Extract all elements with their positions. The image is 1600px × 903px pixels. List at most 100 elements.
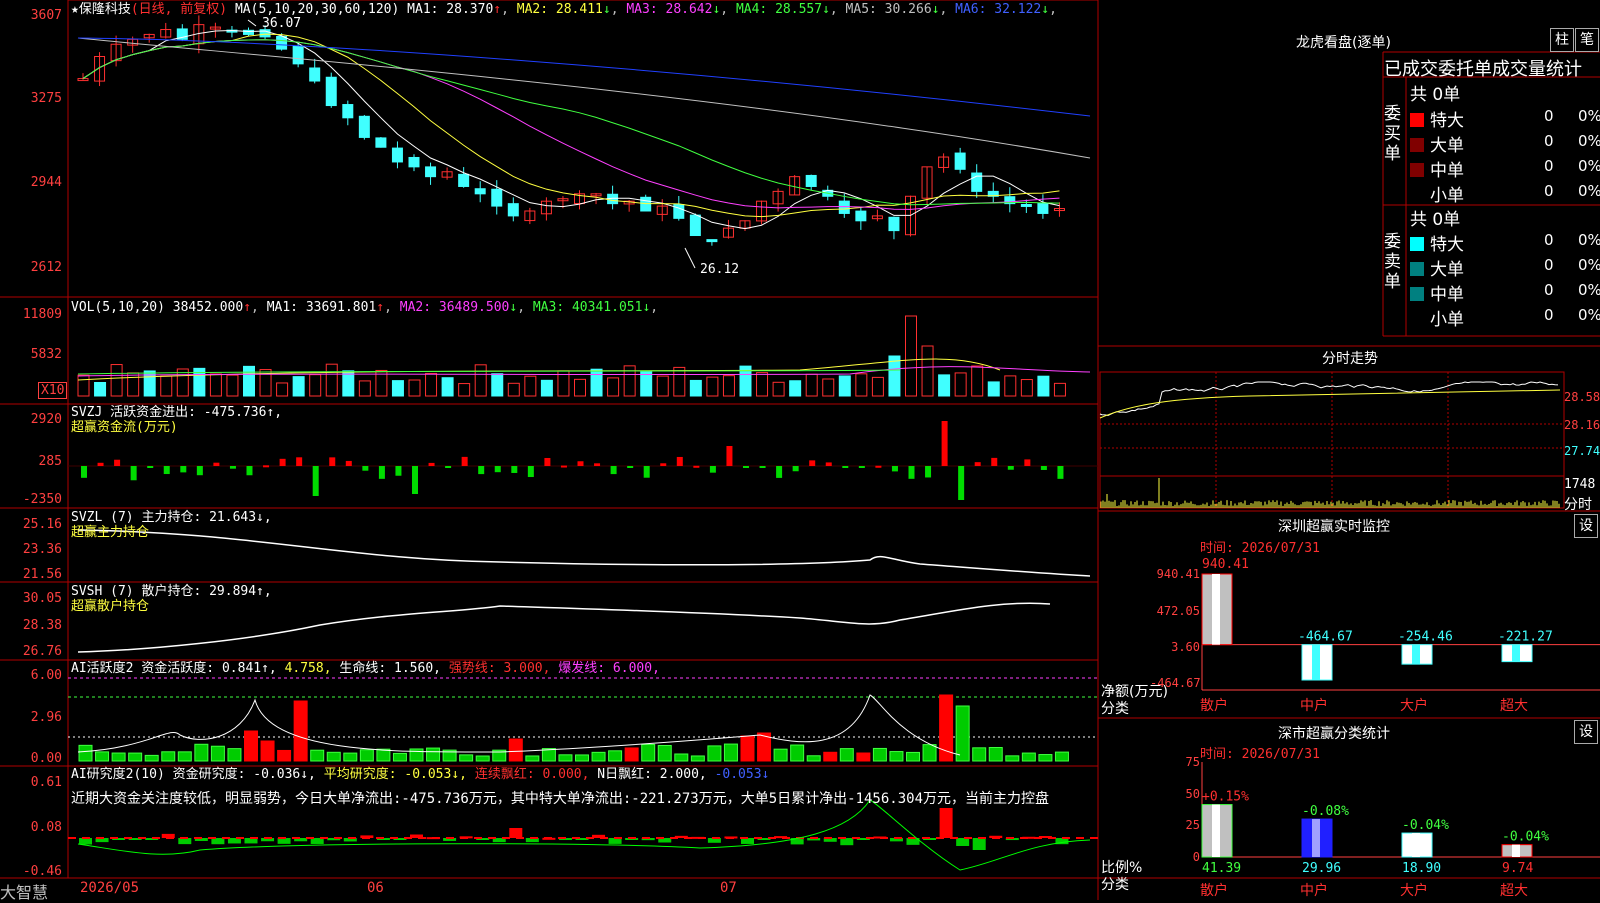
sz-monitor-ytick: 940.41 [1156, 567, 1200, 581]
fund-flow-bar [693, 465, 700, 468]
candle-body [888, 216, 900, 232]
brand-label[interactable]: 大智慧 [0, 879, 48, 903]
research-bar [939, 808, 953, 838]
vol-unit-badge[interactable]: X10 [38, 382, 68, 399]
ma-number: 28.411 [548, 2, 603, 17]
kline-ytick: 3275 [30, 91, 62, 106]
activity-bar [889, 751, 904, 762]
ma-value: MA2: [516, 2, 549, 17]
ma-line [82, 39, 1060, 210]
fund-flow-bar [114, 459, 121, 466]
activity-bar [657, 745, 672, 762]
order-row[interactable]: 小单 [1410, 181, 1464, 206]
fund-flow-bar [511, 466, 518, 473]
volume-bar [772, 381, 785, 397]
order-row[interactable]: 大单 [1410, 131, 1464, 156]
intraday-ylabel: 28.16 [1564, 418, 1600, 432]
ai1-ytick: 6.00 [30, 668, 62, 683]
volume-bar [789, 380, 802, 397]
monitor-category-label: 散户 [1200, 697, 1228, 714]
volume-bar [127, 372, 140, 397]
order-type: 小单 [1430, 186, 1464, 206]
fund-flow-bar [991, 457, 998, 466]
volume-bar [110, 364, 123, 397]
color-swatch-icon [1410, 262, 1424, 276]
order-count: 0 [1544, 107, 1554, 125]
volume-bar [94, 381, 107, 397]
fund-flow-bar [560, 465, 567, 468]
activity-bar [194, 743, 209, 762]
activity-bar [839, 748, 854, 762]
activity-bar [806, 755, 821, 762]
activity-bar [525, 755, 540, 762]
order-count: 0 [1544, 157, 1554, 175]
ai2-title: AI研究度2(10) 资金研究度: -0.036↓, 平均研究度: -0.053… [71, 767, 770, 782]
fund-flow-bar [1024, 459, 1031, 466]
fund-flow-bar [544, 457, 551, 466]
class-value-label: 9.74 [1502, 861, 1533, 876]
fund-flow-bar [594, 463, 601, 466]
sz-monitor-settings-button[interactable]: 设 [1574, 514, 1598, 538]
sz-class-settings-button[interactable]: 设 [1574, 720, 1598, 744]
order-pct: 0% [1578, 107, 1600, 125]
color-swatch-icon [1410, 163, 1424, 177]
ma-values: MA1: 28.370↑, MA2: 28.411↓, MA3: 28.642↓… [407, 2, 1057, 17]
candle-body [805, 174, 817, 187]
chart-mode[interactable]: (日线, 前复权) [131, 2, 227, 17]
ma-value: MA3: [626, 2, 658, 17]
monitor-category-label: 中户 [1300, 697, 1328, 714]
stock-name[interactable]: ★保隆科技 [71, 2, 131, 17]
candle-body [954, 152, 966, 170]
volume-bar [921, 345, 934, 397]
order-row[interactable]: 特大 [1410, 106, 1464, 131]
fund-flow-bar [445, 466, 452, 468]
svzl-ytick: 25.16 [22, 517, 62, 532]
ma-value: MA1: [407, 2, 439, 17]
ma-value: MA1: [266, 300, 298, 315]
monitor-bar-label: -464.67 [1298, 630, 1353, 645]
activity-bar [409, 748, 424, 762]
order-row[interactable]: 中单 [1410, 280, 1464, 305]
order-row[interactable]: 小单 [1410, 305, 1464, 330]
fund-flow-bar [1040, 466, 1047, 470]
order-row[interactable]: 特大 [1410, 230, 1464, 255]
sz-class-ytick: 50 [1185, 787, 1200, 801]
ma-number: 40341.051 [564, 300, 643, 315]
ai2-ytick: -0.46 [22, 864, 62, 879]
bar-mode-button[interactable]: 柱 [1550, 28, 1574, 52]
ma-value: MA4: [735, 2, 768, 17]
order-row[interactable]: 大单 [1410, 255, 1464, 280]
activity-bar [591, 751, 606, 762]
research-bar [509, 828, 523, 838]
order-row[interactable]: 中单 [1410, 156, 1464, 181]
color-swatch-icon [1410, 312, 1424, 326]
order-pct: 0% [1578, 281, 1600, 299]
ma-arrow: ↓ [602, 2, 611, 17]
volume-bar [474, 364, 487, 397]
fund-flow-bar [1007, 466, 1014, 470]
fund-flow-bar [81, 466, 87, 478]
order-count: 0 [1544, 182, 1554, 200]
color-swatch-icon [1410, 237, 1424, 251]
research-bar [840, 838, 854, 846]
volume-bar [905, 315, 917, 397]
volume-bar [574, 378, 586, 397]
activity-bar [144, 754, 159, 762]
fund-flow-bar [726, 446, 733, 466]
activity-bar [459, 754, 474, 762]
class-delta-label: +0.15% [1202, 790, 1249, 805]
fund-flow-bar [809, 460, 816, 466]
class-bar-shade [1512, 844, 1520, 857]
lhkp-title: 龙虎看盘(逐单) [1296, 35, 1391, 51]
volume-bar [226, 374, 239, 397]
activity-bar [906, 751, 920, 762]
low-price-label: 26.12 [700, 262, 740, 277]
activity-bar [955, 705, 970, 762]
main-chart-canvas[interactable]: 940.41 散户 -464.67 中户 -254.46 大户 -221.27 超大 +0.15… [0, 0, 1600, 900]
tick-mode-button[interactable]: 笔 [1575, 28, 1599, 52]
research-bar [956, 838, 970, 846]
order-count: 0 [1544, 256, 1554, 274]
volume-bar [954, 372, 967, 397]
class-delta-label: -0.04% [1502, 830, 1549, 845]
volume-bar [540, 379, 553, 397]
